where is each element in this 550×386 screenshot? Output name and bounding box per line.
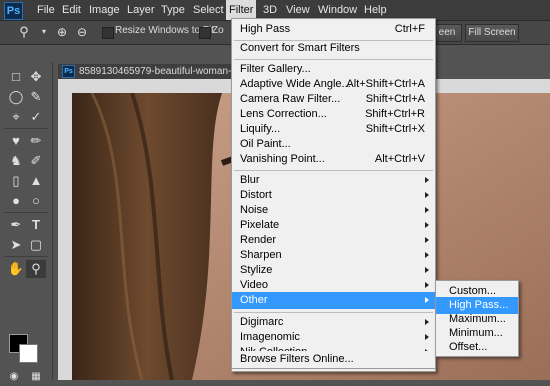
- menu-filter[interactable]: Filter: [226, 0, 257, 20]
- filter-menu: High Pass Ctrl+F Convert for Smart Filte…: [231, 18, 436, 372]
- zoom-all-label: Zo: [212, 25, 224, 36]
- shape-tool-icon[interactable]: ▢: [26, 236, 46, 254]
- toolbar-divider: [4, 212, 48, 213]
- marquee-tool-icon[interactable]: □: [6, 68, 26, 86]
- menu-help[interactable]: Help: [361, 0, 390, 20]
- path-selection-tool-icon[interactable]: ➤: [6, 236, 26, 254]
- lasso-tool-icon[interactable]: ◯: [6, 88, 26, 106]
- menu-type[interactable]: Type: [158, 0, 188, 20]
- convert-smart-filters-item[interactable]: Convert for Smart Filters: [232, 40, 435, 57]
- eraser-tool-icon[interactable]: ▯: [6, 172, 26, 190]
- resize-windows-checkbox[interactable]: [102, 27, 114, 39]
- menu-view[interactable]: View: [283, 0, 313, 20]
- brush-tool-icon[interactable]: ✏: [26, 132, 46, 150]
- submenu-arrow-icon: [425, 334, 429, 340]
- menu-file[interactable]: File: [34, 0, 58, 20]
- menu-separator: [234, 170, 433, 171]
- crop-tool-icon[interactable]: ⌖: [6, 108, 26, 126]
- move-tool-icon[interactable]: ✥: [26, 68, 46, 86]
- zoom-tool-icon[interactable]: ⚲: [26, 260, 46, 278]
- menu-3d[interactable]: 3D: [260, 0, 280, 20]
- toolbar-divider: [4, 128, 48, 129]
- healing-brush-tool-icon[interactable]: ♥: [6, 132, 26, 150]
- vanishing-point-item[interactable]: Vanishing Point... Alt+Ctrl+V: [232, 151, 435, 168]
- document-icon: Ps: [62, 64, 75, 78]
- menu-edit[interactable]: Edit: [59, 0, 84, 20]
- paint-bucket-tool-icon[interactable]: ▲: [26, 172, 46, 190]
- quick-select-tool-icon[interactable]: ✎: [26, 88, 46, 106]
- quick-mask-icon[interactable]: ◉: [4, 368, 24, 386]
- menu-separator: [234, 312, 433, 313]
- chevron-down-icon[interactable]: ▾: [34, 23, 54, 41]
- browse-filters-strip: Browse Filters Online...: [231, 351, 436, 369]
- submenu-arrow-icon: [425, 237, 429, 243]
- menu-separator: [234, 59, 433, 60]
- zoom-tool-icon[interactable]: ⚲: [14, 23, 34, 41]
- eyedropper-tool-icon[interactable]: ✓: [26, 108, 46, 126]
- offset-item[interactable]: Offset...: [436, 339, 518, 356]
- photoshop-logo: Ps: [4, 2, 23, 20]
- history-brush-tool-icon[interactable]: ✐: [26, 152, 46, 170]
- menu-layer[interactable]: Layer: [124, 0, 158, 20]
- menu-window[interactable]: Window: [315, 0, 360, 20]
- menu-image[interactable]: Image: [86, 0, 123, 20]
- tools-panel: □ ✥ ◯ ✎ ⌖ ✓ ♥ ✏ ♞ ✐ ▯ ▲ ● ○ ✒ T ➤ ▢ ✋ ⚲ …: [0, 62, 53, 382]
- clone-stamp-tool-icon[interactable]: ♞: [6, 152, 26, 170]
- document-title: 8589130465979-beautiful-woman-face: [79, 66, 251, 77]
- submenu-arrow-icon: [425, 192, 429, 198]
- vertical-ruler[interactable]: [58, 79, 72, 380]
- other-submenu-item[interactable]: Other: [232, 292, 435, 309]
- blur-tool-icon[interactable]: ●: [6, 192, 26, 210]
- pen-tool-icon[interactable]: ✒: [6, 216, 26, 234]
- zoom-in-icon[interactable]: ⊕: [52, 23, 72, 41]
- fill-screen-button[interactable]: Fill Screen: [465, 24, 519, 42]
- screen-mode-icon[interactable]: ▦: [26, 368, 46, 386]
- submenu-arrow-icon: [425, 282, 429, 288]
- screen-button[interactable]: een: [432, 24, 462, 42]
- dodge-tool-icon[interactable]: ○: [26, 192, 46, 210]
- submenu-arrow-icon: [425, 267, 429, 273]
- hand-tool-icon[interactable]: ✋: [6, 260, 26, 278]
- submenu-arrow-icon: [425, 319, 429, 325]
- submenu-arrow-icon: [425, 252, 429, 258]
- submenu-arrow-icon: [425, 177, 429, 183]
- type-tool-icon[interactable]: T: [26, 216, 46, 234]
- menu-select[interactable]: Select: [190, 0, 227, 20]
- submenu-arrow-icon: [425, 297, 429, 303]
- background-color-swatch[interactable]: [19, 344, 38, 363]
- other-submenu: Custom... High Pass... Maximum... Minimu…: [435, 280, 519, 357]
- toolbar-divider: [4, 256, 48, 257]
- last-filter-item[interactable]: High Pass Ctrl+F: [232, 21, 435, 38]
- browse-filters-online-item[interactable]: Browse Filters Online...: [232, 351, 435, 368]
- zoom-all-checkbox[interactable]: [199, 27, 211, 39]
- submenu-arrow-icon: [425, 222, 429, 228]
- zoom-out-icon[interactable]: ⊖: [72, 23, 92, 41]
- submenu-arrow-icon: [425, 207, 429, 213]
